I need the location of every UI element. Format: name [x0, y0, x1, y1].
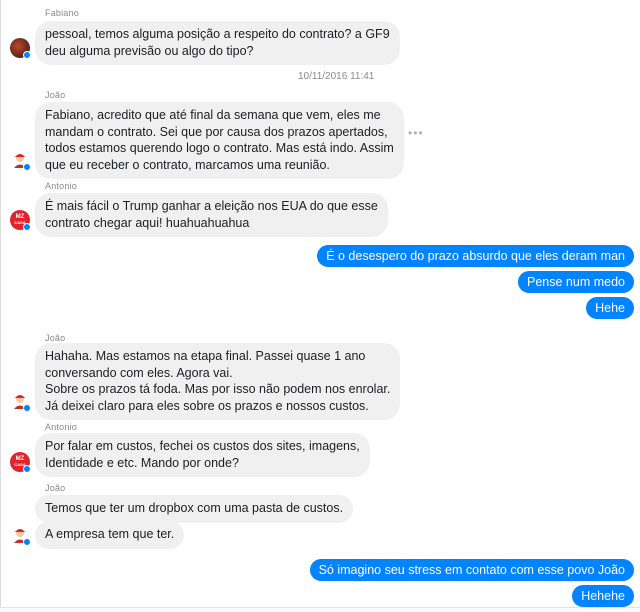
messenger-badge-icon: [23, 404, 31, 412]
message-bubble-incoming[interactable]: Fabiano, acredito que até final da seman…: [35, 102, 404, 179]
messenger-badge-icon: [23, 223, 31, 231]
message-bubble-outgoing[interactable]: Hehe: [586, 297, 634, 319]
message-bubble-incoming[interactable]: Por falar em custos, fechei os custos do…: [35, 433, 370, 477]
message-timestamp: 10/11/2016 11:41: [298, 71, 375, 82]
message-bubble-incoming[interactable]: É mais fácil o Trump ganhar a eleição no…: [35, 193, 388, 237]
message-bubble-outgoing[interactable]: É o desespero do prazo absurdo que eles …: [317, 245, 634, 267]
messenger-badge-icon: [23, 465, 31, 473]
window-border-left: [0, 0, 1, 612]
more-options-icon[interactable]: •••: [408, 126, 424, 140]
message-bubble-outgoing[interactable]: Pense num medo: [518, 271, 634, 293]
message-bubble-incoming[interactable]: Hahaha. Mas estamos na etapa final. Pass…: [35, 343, 401, 420]
messenger-badge-icon: [23, 51, 31, 59]
sender-name: Fabiano: [45, 8, 79, 18]
sender-name: João: [45, 90, 66, 100]
sender-name: João: [45, 333, 66, 343]
messenger-badge-icon: [23, 538, 31, 546]
message-bubble-incoming[interactable]: Temos que ter um dropbox com uma pasta d…: [35, 495, 354, 523]
messenger-badge-icon: [23, 163, 31, 171]
sender-name: Antonio: [45, 181, 77, 191]
message-bubble-outgoing[interactable]: Só imagino seu stress em contato com ess…: [309, 559, 634, 581]
composer-edge: [0, 607, 640, 612]
sender-name: Antonio: [45, 422, 77, 432]
message-bubble-incoming[interactable]: pessoal, temos alguma posição a respeito…: [35, 21, 400, 65]
sender-name: João: [45, 483, 66, 493]
message-bubble-incoming[interactable]: A empresa tem que ter.: [35, 521, 185, 549]
message-bubble-outgoing[interactable]: Hehehe: [572, 585, 634, 607]
